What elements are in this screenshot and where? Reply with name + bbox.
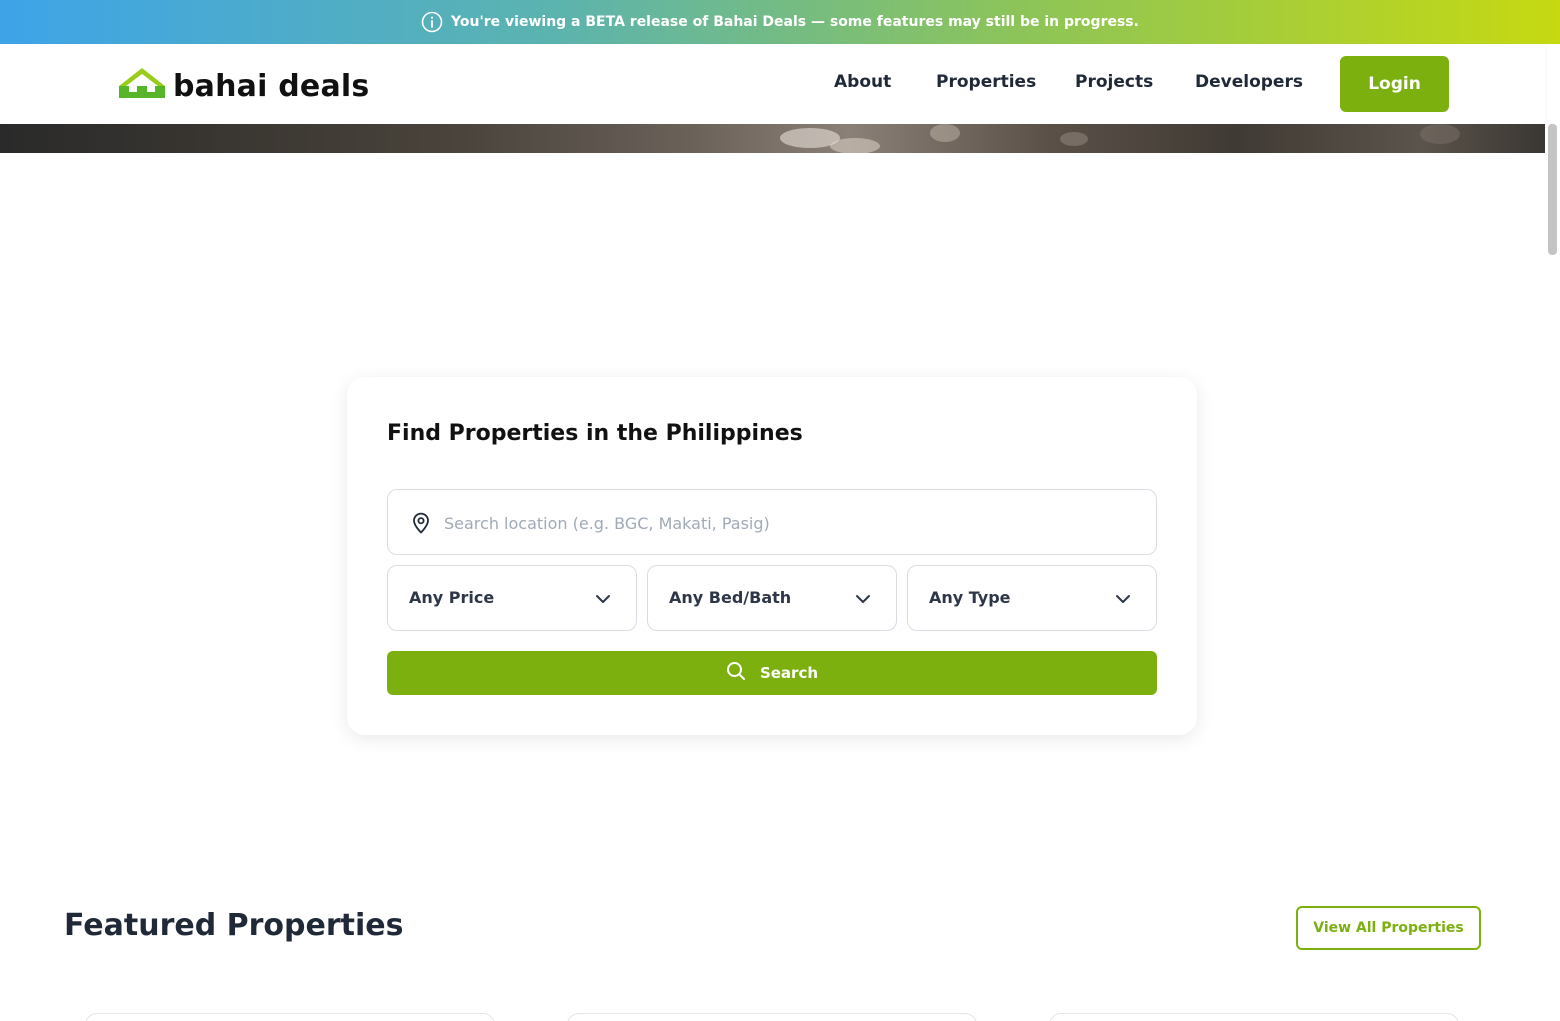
property-card[interactable] [567, 1013, 977, 1021]
beta-banner-text: You're viewing a BETA release of Bahai D… [451, 14, 1139, 30]
price-select-label: Any Price [409, 588, 495, 607]
nav-link-developers[interactable]: Developers [1195, 72, 1303, 92]
search-button-label: Search [759, 664, 819, 682]
bed-bath-select-label: Any Bed/Bath [669, 588, 792, 607]
property-card[interactable] [85, 1013, 495, 1021]
map-pin-icon [409, 511, 433, 535]
bed-bath-select[interactable]: Any Bed/Bath [647, 565, 897, 631]
logo[interactable]: bahai deals [117, 66, 369, 104]
scrollbar-thumb[interactable] [1548, 124, 1557, 255]
view-all-properties-button[interactable]: View All Properties [1296, 906, 1481, 950]
search-card: Find Properties in the Philippines Any P… [347, 377, 1197, 735]
property-card[interactable] [1049, 1013, 1459, 1021]
chevron-down-icon [594, 590, 612, 608]
scrollbar-track[interactable] [1545, 124, 1560, 1021]
beta-banner: You're viewing a BETA release of Bahai D… [0, 0, 1560, 44]
nav-link-properties[interactable]: Properties [936, 72, 1036, 92]
search-icon [726, 661, 746, 685]
location-search-field[interactable] [387, 489, 1157, 555]
location-search-input[interactable] [444, 506, 1134, 540]
search-button[interactable]: Search [387, 651, 1157, 695]
property-type-select[interactable]: Any Type [907, 565, 1157, 631]
house-logo-icon [117, 66, 167, 104]
chevron-down-icon [1114, 590, 1132, 608]
hero-image [0, 124, 1545, 153]
logo-text: bahai deals [173, 69, 370, 104]
login-button[interactable]: Login [1340, 56, 1449, 112]
featured-properties-heading: Featured Properties [64, 908, 404, 943]
nav-link-about[interactable]: About [834, 72, 891, 92]
price-select[interactable]: Any Price [387, 565, 637, 631]
property-type-select-label: Any Type [929, 588, 1011, 607]
info-icon [421, 11, 443, 33]
navbar: bahai deals About Properties Projects De… [0, 44, 1545, 124]
chevron-down-icon [854, 590, 872, 608]
nav-link-projects[interactable]: Projects [1075, 72, 1153, 92]
search-card-title: Find Properties in the Philippines [387, 421, 803, 446]
